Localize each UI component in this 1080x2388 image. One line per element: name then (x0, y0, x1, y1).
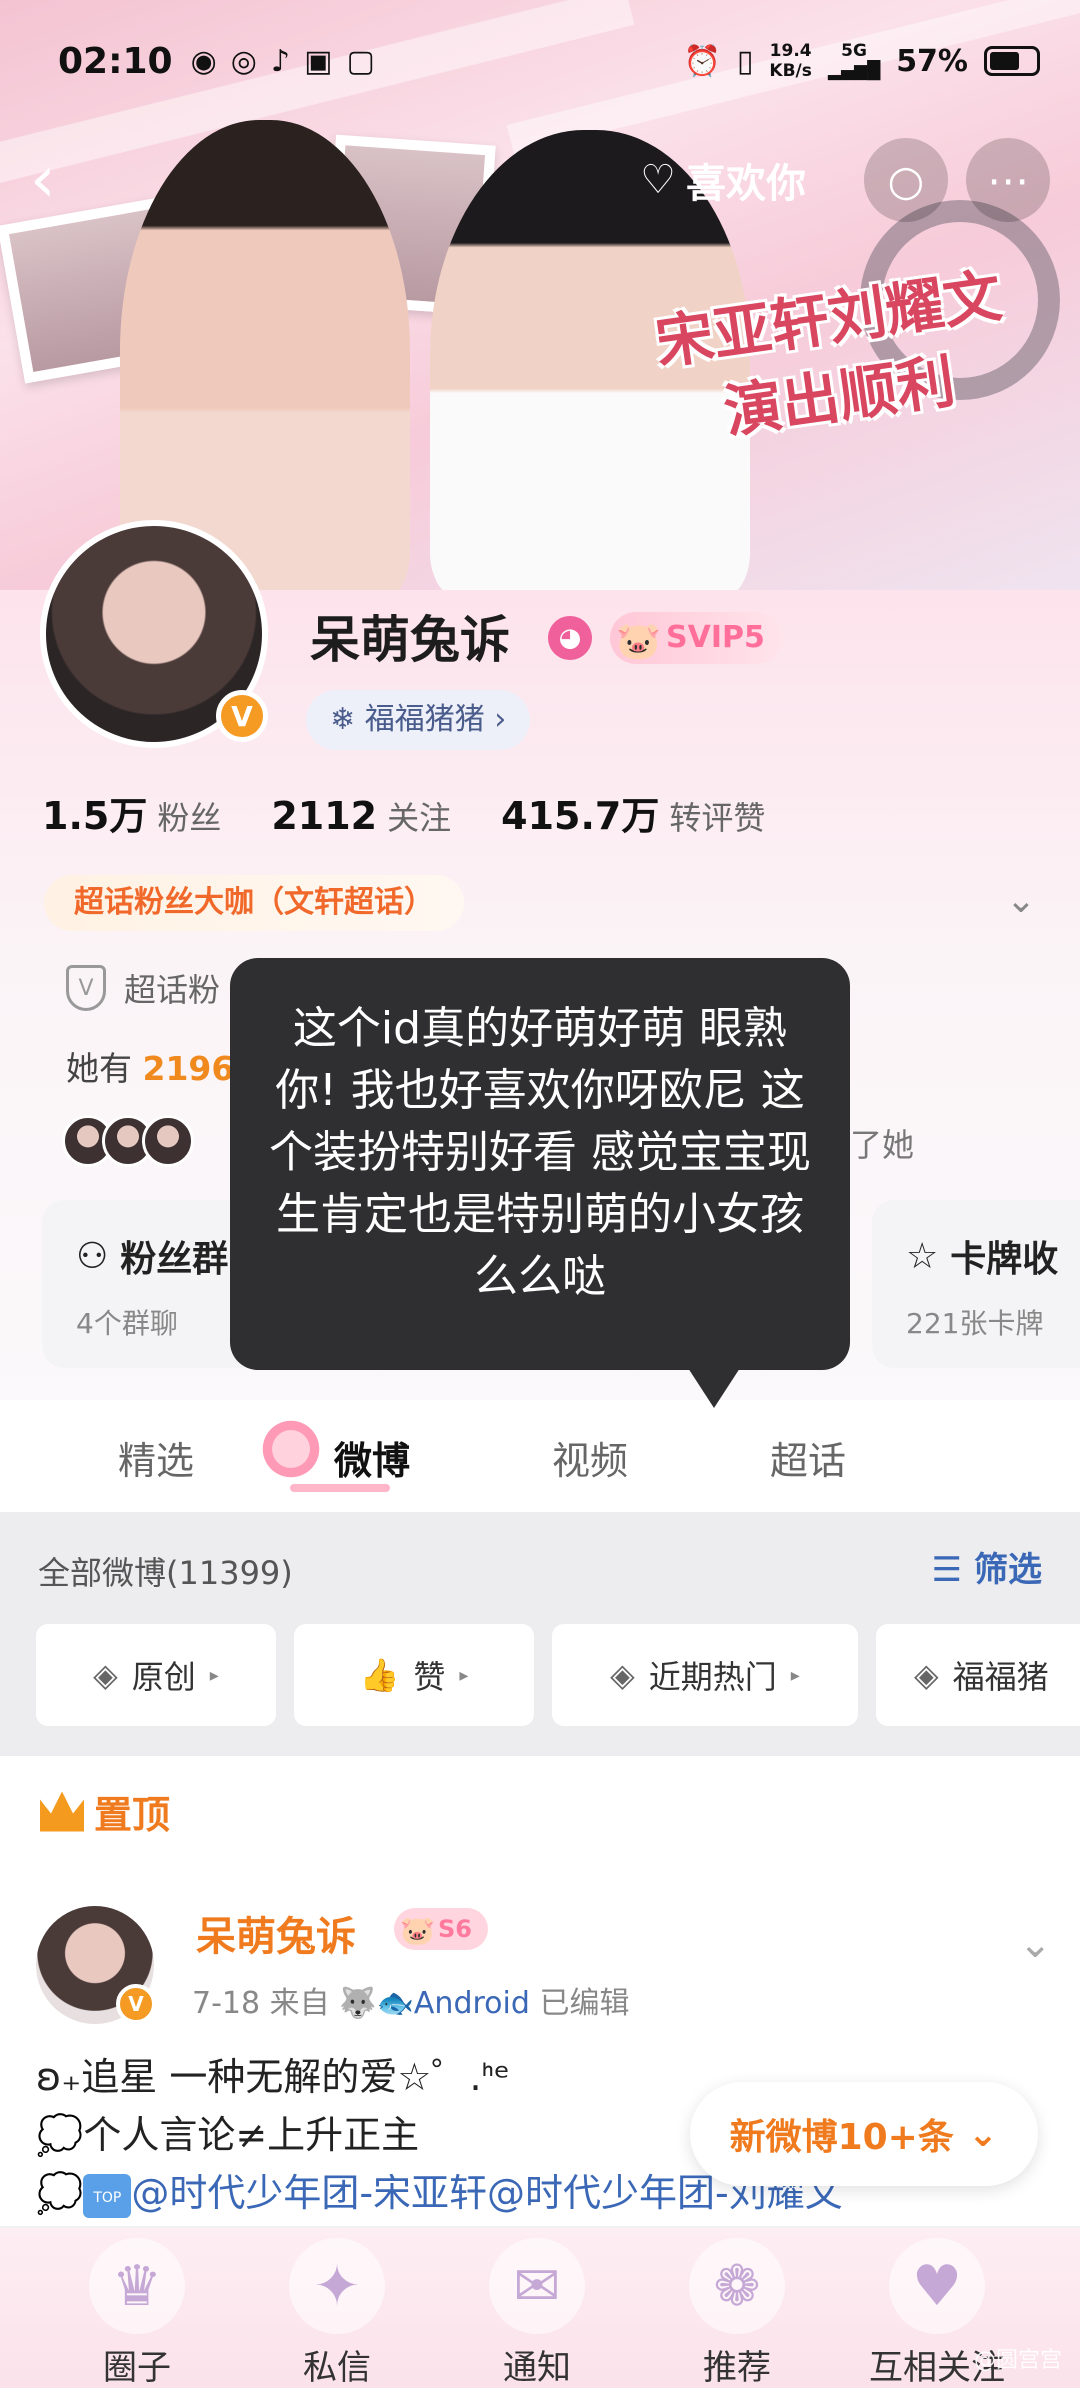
thought-bubble-icon: 💭 (36, 2113, 84, 2157)
layers-icon: ◈ (914, 1656, 939, 1694)
battery-icon (984, 46, 1040, 76)
verified-badge-icon: V (216, 690, 268, 742)
flower-icon (258, 1416, 324, 1482)
tab-weibo[interactable]: 微博 (334, 1430, 410, 1485)
net-speed: 19.4 KB/s (769, 41, 812, 81)
nav-notifications[interactable]: ✉ 通知 (462, 2238, 612, 2388)
friend-avatar (142, 1115, 194, 1167)
layers-icon: ◈ (93, 1656, 118, 1694)
scroll-icon: ✉ (489, 2238, 585, 2334)
post-author[interactable]: 呆萌兔诉 (196, 1904, 356, 1962)
more-icon: ⋯ (987, 155, 1029, 205)
chip-recent-hot[interactable]: ◈ 近期热门 ▸ (552, 1624, 858, 1726)
crown-icon (40, 1791, 84, 1832)
filter-icon: ☰ (931, 1550, 963, 1590)
svip-badge[interactable]: 🐷 SVIP5 (610, 612, 783, 664)
thought-bubble-icon: 💭 (36, 2171, 84, 2215)
profile-tag[interactable]: ❄ 福福猪猪 › (306, 690, 531, 750)
group-icon: ⚇ (76, 1235, 109, 1277)
app-icon: ▣ (304, 43, 333, 79)
battery-percent: 57% (896, 43, 968, 79)
top-nav: ‹ ♡ 喜欢你 ○ ⋯ (30, 138, 1050, 222)
nav-recommend[interactable]: ❁ 推荐 (662, 2238, 812, 2388)
snowflake-icon: ❄ (330, 702, 356, 737)
mutual-friends-row[interactable] (62, 1115, 194, 1167)
double-chevron-down-icon: ⌄ (967, 2113, 998, 2155)
like-you-button[interactable]: ♡ 喜欢你 (640, 151, 806, 209)
vibrate-icon: ▯ (736, 43, 754, 79)
back-button[interactable]: ‹ (30, 148, 86, 212)
all-weibo-count: 全部微博(11399) (38, 1554, 293, 1592)
filter-area: 全部微博(11399) ☰ 筛选 ◈ 原创 ▸ 👍 赞 ▸ ◈ 近期热门 ▸ ◈ 福福猪 (0, 1512, 1080, 1756)
search-button[interactable]: ○ (864, 138, 948, 222)
alarm-icon: ⏰ (683, 43, 721, 79)
wolf-icon: 🐺 (339, 1986, 377, 2021)
nav-circle[interactable]: ♛ 圈子 (62, 2238, 212, 2388)
hand-heart-icon: ♡ (640, 157, 676, 203)
nickname: 呆萌兔诉 (310, 611, 510, 669)
stat-followers[interactable]: 1.5万 粉丝 (42, 785, 221, 840)
tab-super-topic[interactable]: 超话 (770, 1430, 846, 1485)
status-bar: 02:10 ◉ ◎ ♪ ▣ ▢ ⏰ ▯ 19.4 KB/s 5G ▂▄▆█ 57… (58, 26, 1040, 96)
cake-icon: ❁ (689, 2238, 785, 2334)
watermark: @圆宫宫 (973, 2348, 1062, 2373)
mention-link[interactable]: @时代少年团-宋亚轩 (131, 2171, 487, 2215)
crown-icon: ♛ (89, 2238, 185, 2334)
thumb-up-icon: 👍 (359, 1656, 400, 1694)
star-icon: ✦ (289, 2238, 385, 2334)
more-button[interactable]: ⋯ (966, 138, 1050, 222)
level-badge: 🐷 S6 (394, 1908, 488, 1950)
chip-tag[interactable]: ◈ 福福猪 (876, 1624, 1080, 1726)
member-icon[interactable]: ◕ (548, 616, 592, 660)
wechat-icon: ◎ (230, 43, 257, 79)
top-icon: TOP (83, 2173, 132, 2218)
status-time: 02:10 (58, 40, 173, 82)
heart-icon: ♥ (889, 2238, 985, 2334)
bottom-nav: ♛ 圈子 ✦ 私信 ✉ 通知 ❁ 推荐 ♥ 互相关注 @圆宫宫 (0, 2228, 1080, 2388)
profile-stats: 1.5万 粉丝 2112 关注 415.7万 转评赞 (42, 785, 765, 840)
tab-indicator (290, 1484, 390, 1492)
pinned-header: 置顶 (40, 1784, 170, 1839)
weibo-icon: ◉ (190, 43, 217, 79)
stat-following[interactable]: 2112 关注 (271, 793, 451, 839)
pig-icon: 🐷 (400, 1914, 435, 1947)
chevron-right-icon: › (494, 702, 507, 737)
shield-icon: V (66, 965, 106, 1011)
chevron-down-icon[interactable]: ⌄ (1006, 880, 1036, 921)
signal-indicator: 5G ▂▄▆█ (827, 41, 881, 81)
fish-icon: 🐟 (376, 1986, 414, 2021)
super-topic-badge[interactable]: 超话粉丝大咖（文轩超话） (44, 875, 464, 931)
new-posts-button[interactable]: 新微博10+条 ⌄ (689, 2082, 1038, 2186)
tiktok-icon: ♪ (270, 43, 291, 79)
search-icon: ○ (887, 155, 925, 205)
verified-badge-icon: V (116, 1984, 156, 2024)
tab-video[interactable]: 视频 (552, 1430, 628, 1485)
profile-tabs: 精选 微博 视频 超话 (0, 1400, 1080, 1512)
verify-row: V 超话粉 (66, 965, 220, 1011)
comment-tooltip: 这个id真的好萌好萌 眼熟你! 我也好喜欢你呀欧尼 这个装扮特别好看 感觉宝宝现… (230, 958, 850, 1370)
tab-featured[interactable]: 精选 (118, 1430, 194, 1485)
has-row: 她有 2196 (66, 1049, 235, 1088)
post-text-line: ʚ₊追星 一种无解的爱☆゜.ᑋᵉ (36, 2055, 510, 2099)
chip-original[interactable]: ◈ 原创 ▸ (36, 1624, 276, 1726)
nav-messages[interactable]: ✦ 私信 (262, 2238, 412, 2388)
layers-icon: ◈ (610, 1656, 635, 1694)
post-text-line: 💭个人言论≠上升正主 (36, 2113, 420, 2157)
post-meta: 7-18 来自 🐺🐟Android 已编辑 (192, 1986, 630, 2021)
card-collection-card[interactable]: ☆ 卡牌收 221张卡牌 (872, 1200, 1080, 1368)
card-icon: ☆ (906, 1235, 939, 1277)
stat-interactions[interactable]: 415.7万 转评赞 (501, 785, 765, 840)
mutual-friends-text: 了她 (850, 1126, 915, 1164)
tooltip-arrow (688, 1368, 740, 1408)
app-icon: ▢ (346, 43, 375, 79)
chip-liked[interactable]: 👍 赞 ▸ (294, 1624, 534, 1726)
filter-button[interactable]: ☰ 筛选 (932, 1542, 1042, 1591)
pig-icon: 🐷 (616, 621, 661, 662)
post-menu-chevron-icon[interactable]: ⌄ (1018, 1921, 1052, 1967)
